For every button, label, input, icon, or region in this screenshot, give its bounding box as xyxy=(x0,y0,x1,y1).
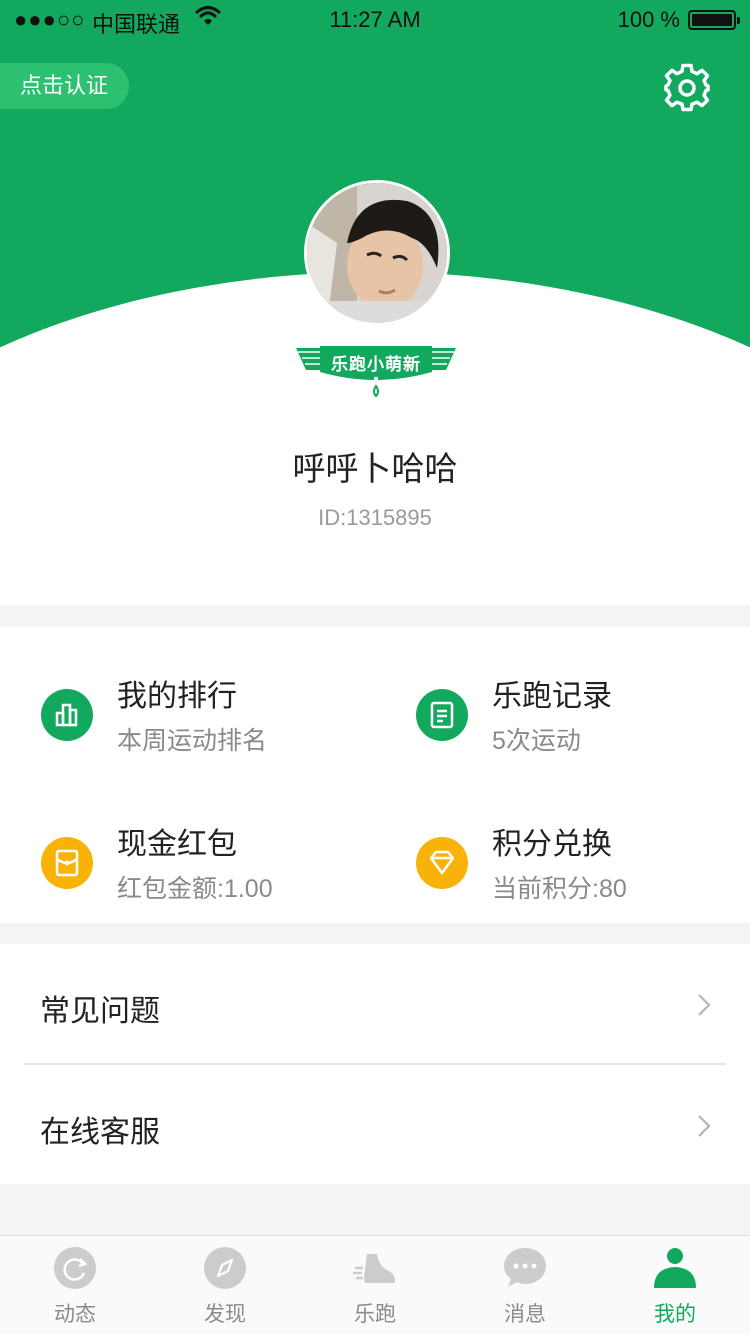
chevron-right-icon xyxy=(698,994,711,1016)
avatar-photo xyxy=(307,183,447,323)
grid-item-title: 现金红包 xyxy=(117,828,237,861)
tab-label: 发现 xyxy=(204,1303,246,1326)
battery-percent: 100 % xyxy=(617,7,680,32)
user-id: ID:1315895 xyxy=(318,505,432,530)
username: 呼呼卜哈哈 xyxy=(292,450,458,487)
tab-label: 乐跑 xyxy=(354,1303,396,1326)
verify-button[interactable]: 点击认证 xyxy=(0,63,129,109)
tab-label: 消息 xyxy=(504,1303,546,1326)
compass-icon xyxy=(204,1247,246,1289)
list-item-faq[interactable]: 常见问题 xyxy=(0,944,750,1065)
tab-label: 动态 xyxy=(54,1303,96,1326)
battery-icon xyxy=(688,10,740,30)
tab-run[interactable]: 乐跑 xyxy=(300,1236,450,1334)
grid-item-subtitle: 5次运动 xyxy=(492,727,581,755)
gear-icon[interactable] xyxy=(662,63,712,113)
list-item-label: 在线客服 xyxy=(40,1116,160,1149)
grid-item-subtitle: 当前积分:80 xyxy=(492,875,627,903)
tab-me[interactable]: 我的 xyxy=(600,1236,750,1334)
tab-discover[interactable]: 发现 xyxy=(150,1236,300,1334)
grid-item-title: 我的排行 xyxy=(117,680,237,713)
grid-item-title: 乐跑记录 xyxy=(492,680,612,713)
status-bar: ●●●○○ 中国联通 11:27 AM 100 % xyxy=(0,0,750,40)
bar-chart-icon xyxy=(41,689,93,741)
rank-badge-label: 乐跑小萌新 xyxy=(331,355,421,374)
grid-item-records[interactable]: 乐跑记录 5次运动 xyxy=(416,665,750,785)
chevron-right-icon xyxy=(698,1115,711,1137)
grid-item-ranking[interactable]: 我的排行 本周运动排名 xyxy=(41,665,381,785)
list-item-support[interactable]: 在线客服 xyxy=(0,1065,750,1185)
feature-grid: 我的排行 本周运动排名 乐跑记录 5次运动 现金红包 红包金额:1.00 积分兑… xyxy=(0,627,750,923)
running-shoe-icon xyxy=(353,1254,395,1283)
diamond-icon xyxy=(416,837,468,889)
refresh-icon xyxy=(54,1247,96,1289)
document-icon xyxy=(416,689,468,741)
grid-item-subtitle: 本周运动排名 xyxy=(117,727,268,755)
person-icon xyxy=(654,1248,696,1288)
profile-header: ●●●○○ 中国联通 11:27 AM 100 % 点击认证 乐跑小萌新 呼呼卜… xyxy=(0,0,750,605)
tab-label: 我的 xyxy=(654,1303,696,1326)
tab-feed[interactable]: 动态 xyxy=(0,1236,150,1334)
grid-item-subtitle: 红包金额:1.00 xyxy=(117,875,273,903)
avatar[interactable] xyxy=(304,180,450,326)
grid-item-red-envelope[interactable]: 现金红包 红包金额:1.00 xyxy=(41,813,381,933)
grid-item-title: 积分兑换 xyxy=(492,828,612,861)
tab-messages[interactable]: 消息 xyxy=(450,1236,600,1334)
chat-bubble-icon xyxy=(504,1248,546,1287)
grid-item-points[interactable]: 积分兑换 当前积分:80 xyxy=(416,813,750,933)
tab-bar: 动态 发现 乐跑 消息 我的 xyxy=(0,1235,750,1334)
settings-list: 常见问题 在线客服 xyxy=(0,944,750,1184)
list-item-label: 常见问题 xyxy=(40,995,160,1028)
red-envelope-icon xyxy=(41,837,93,889)
